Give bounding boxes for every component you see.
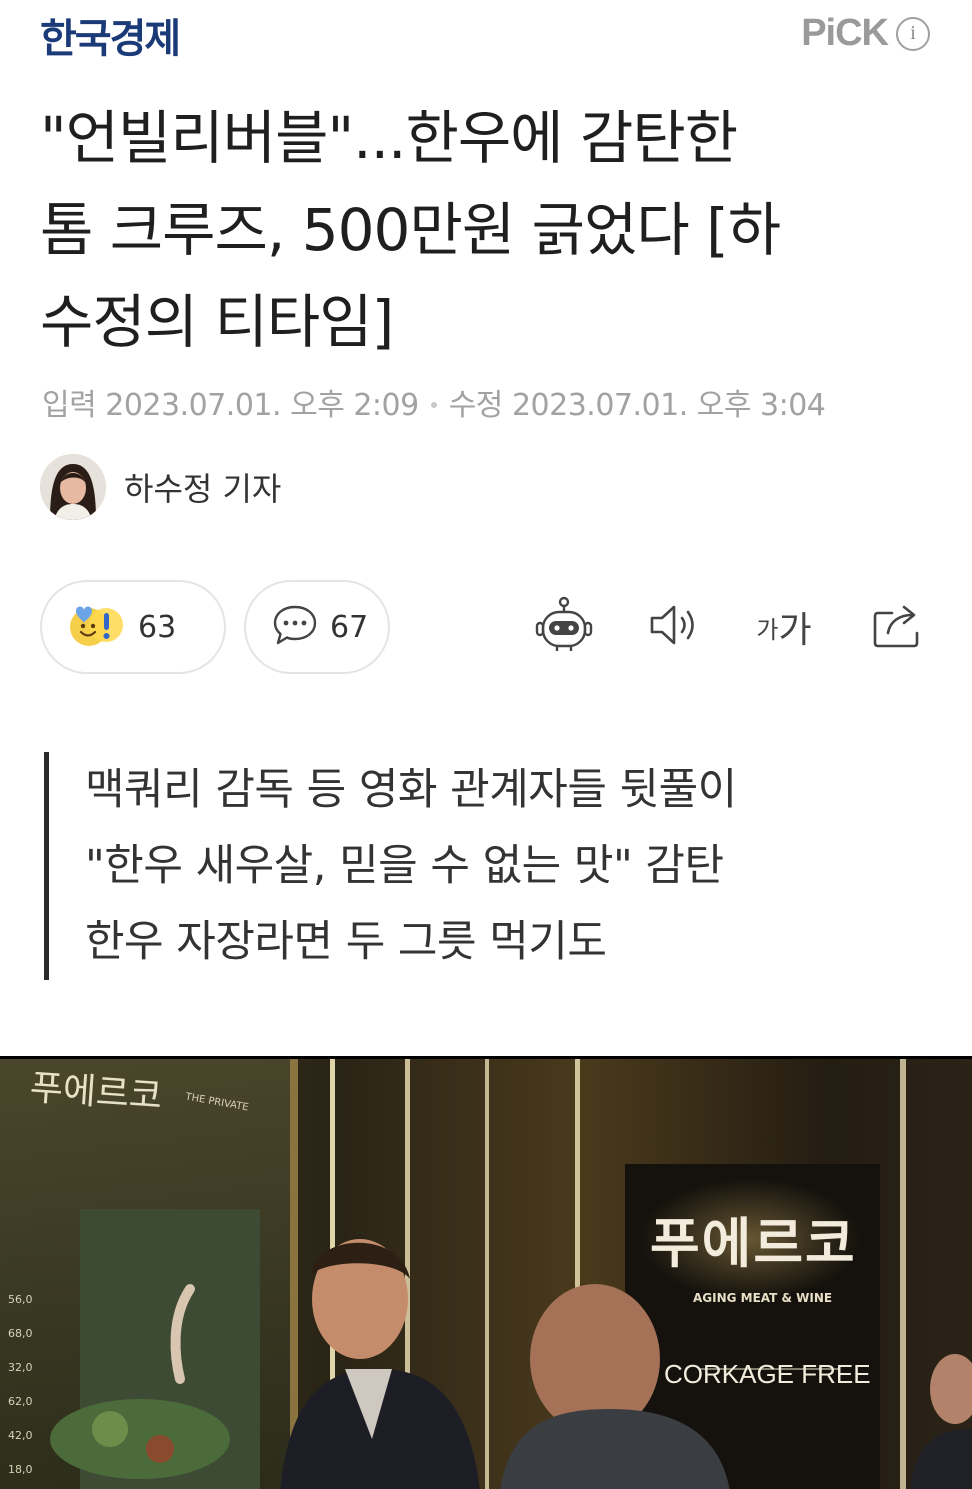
ai-bot-icon [533, 594, 595, 660]
author-row[interactable]: 하수정 기자 [40, 454, 281, 520]
article-photo[interactable]: 푸에르코 AGING MEAT & WINE CORKAGE FREE 푸에르코… [0, 1056, 972, 1489]
summary-line: 맥쿼리 감독 등 영화 관계자들 뒷풀이 [85, 765, 737, 815]
brand-logo[interactable]: 한국경제 [40, 6, 181, 64]
published-date: 2023.07.01. 오후 2:09 [105, 388, 419, 423]
menu-value: 18,0 [8, 1463, 33, 1476]
pick-label: PiCK [801, 12, 889, 54]
photo-sign-main: 푸에르코 [650, 1212, 857, 1275]
text-to-speech-button[interactable] [642, 592, 706, 662]
menu-value: 68,0 [8, 1327, 33, 1340]
photo-left-sign: 푸에르코 [28, 1067, 164, 1118]
title-line: 톰 크루즈, 500만원 긁었다 [하 [40, 196, 781, 264]
menu-value: 42,0 [8, 1429, 33, 1442]
article-toolbar: 가가 [0, 592, 972, 662]
modified-date: 2023.07.01. 오후 3:04 [511, 388, 826, 423]
share-icon [870, 599, 926, 655]
font-size-large-glyph: 가 [778, 610, 812, 651]
summary-line: "한우 새우살, 믿을 수 없는 맛" 감탄 [85, 841, 724, 891]
photo-sign-sub: AGING MEAT & WINE [693, 1291, 833, 1305]
article-title: "언빌리버블"...한우에 감탄한 톰 크루즈, 500만원 긁었다 [하 수정… [40, 92, 940, 368]
speaker-icon [646, 601, 702, 653]
font-size-small-glyph: 가 [756, 615, 779, 644]
modified-label: 수정 [448, 388, 504, 423]
published-label: 입력 [42, 388, 97, 423]
site-header: 한국경제 PiCK i [0, 0, 972, 70]
menu-value: 56,0 [8, 1293, 33, 1306]
title-line: 수정의 티타임] [40, 288, 394, 356]
author-name[interactable]: 하수정 기자 [124, 464, 281, 510]
font-size-button[interactable]: 가가 [752, 592, 816, 662]
ai-summary-button[interactable] [532, 592, 596, 662]
article-dates: 입력 2023.07.01. 오후 2:09 수정 2023.07.01. 오후 … [42, 380, 826, 424]
author-avatar[interactable] [40, 454, 106, 520]
pick-badge[interactable]: PiCK i [801, 12, 930, 55]
date-separator [430, 401, 437, 408]
summary-line: 한우 자장라면 두 그릇 먹기도 [85, 917, 607, 967]
info-icon[interactable]: i [896, 16, 930, 51]
title-line: "언빌리버블"...한우에 감탄한 [40, 104, 738, 172]
share-button[interactable] [866, 592, 930, 662]
menu-value: 62,0 [8, 1395, 33, 1408]
menu-value: 32,0 [8, 1361, 33, 1374]
article-summary: 맥쿼리 감독 등 영화 관계자들 뒷풀이 "한우 새우살, 믿을 수 없는 맛"… [44, 752, 737, 980]
photo-menu-values: 56,0 68,0 32,0 62,0 42,0 18,0 [8, 1283, 33, 1487]
photo-sign-corkage: CORKAGE FREE [664, 1359, 871, 1389]
